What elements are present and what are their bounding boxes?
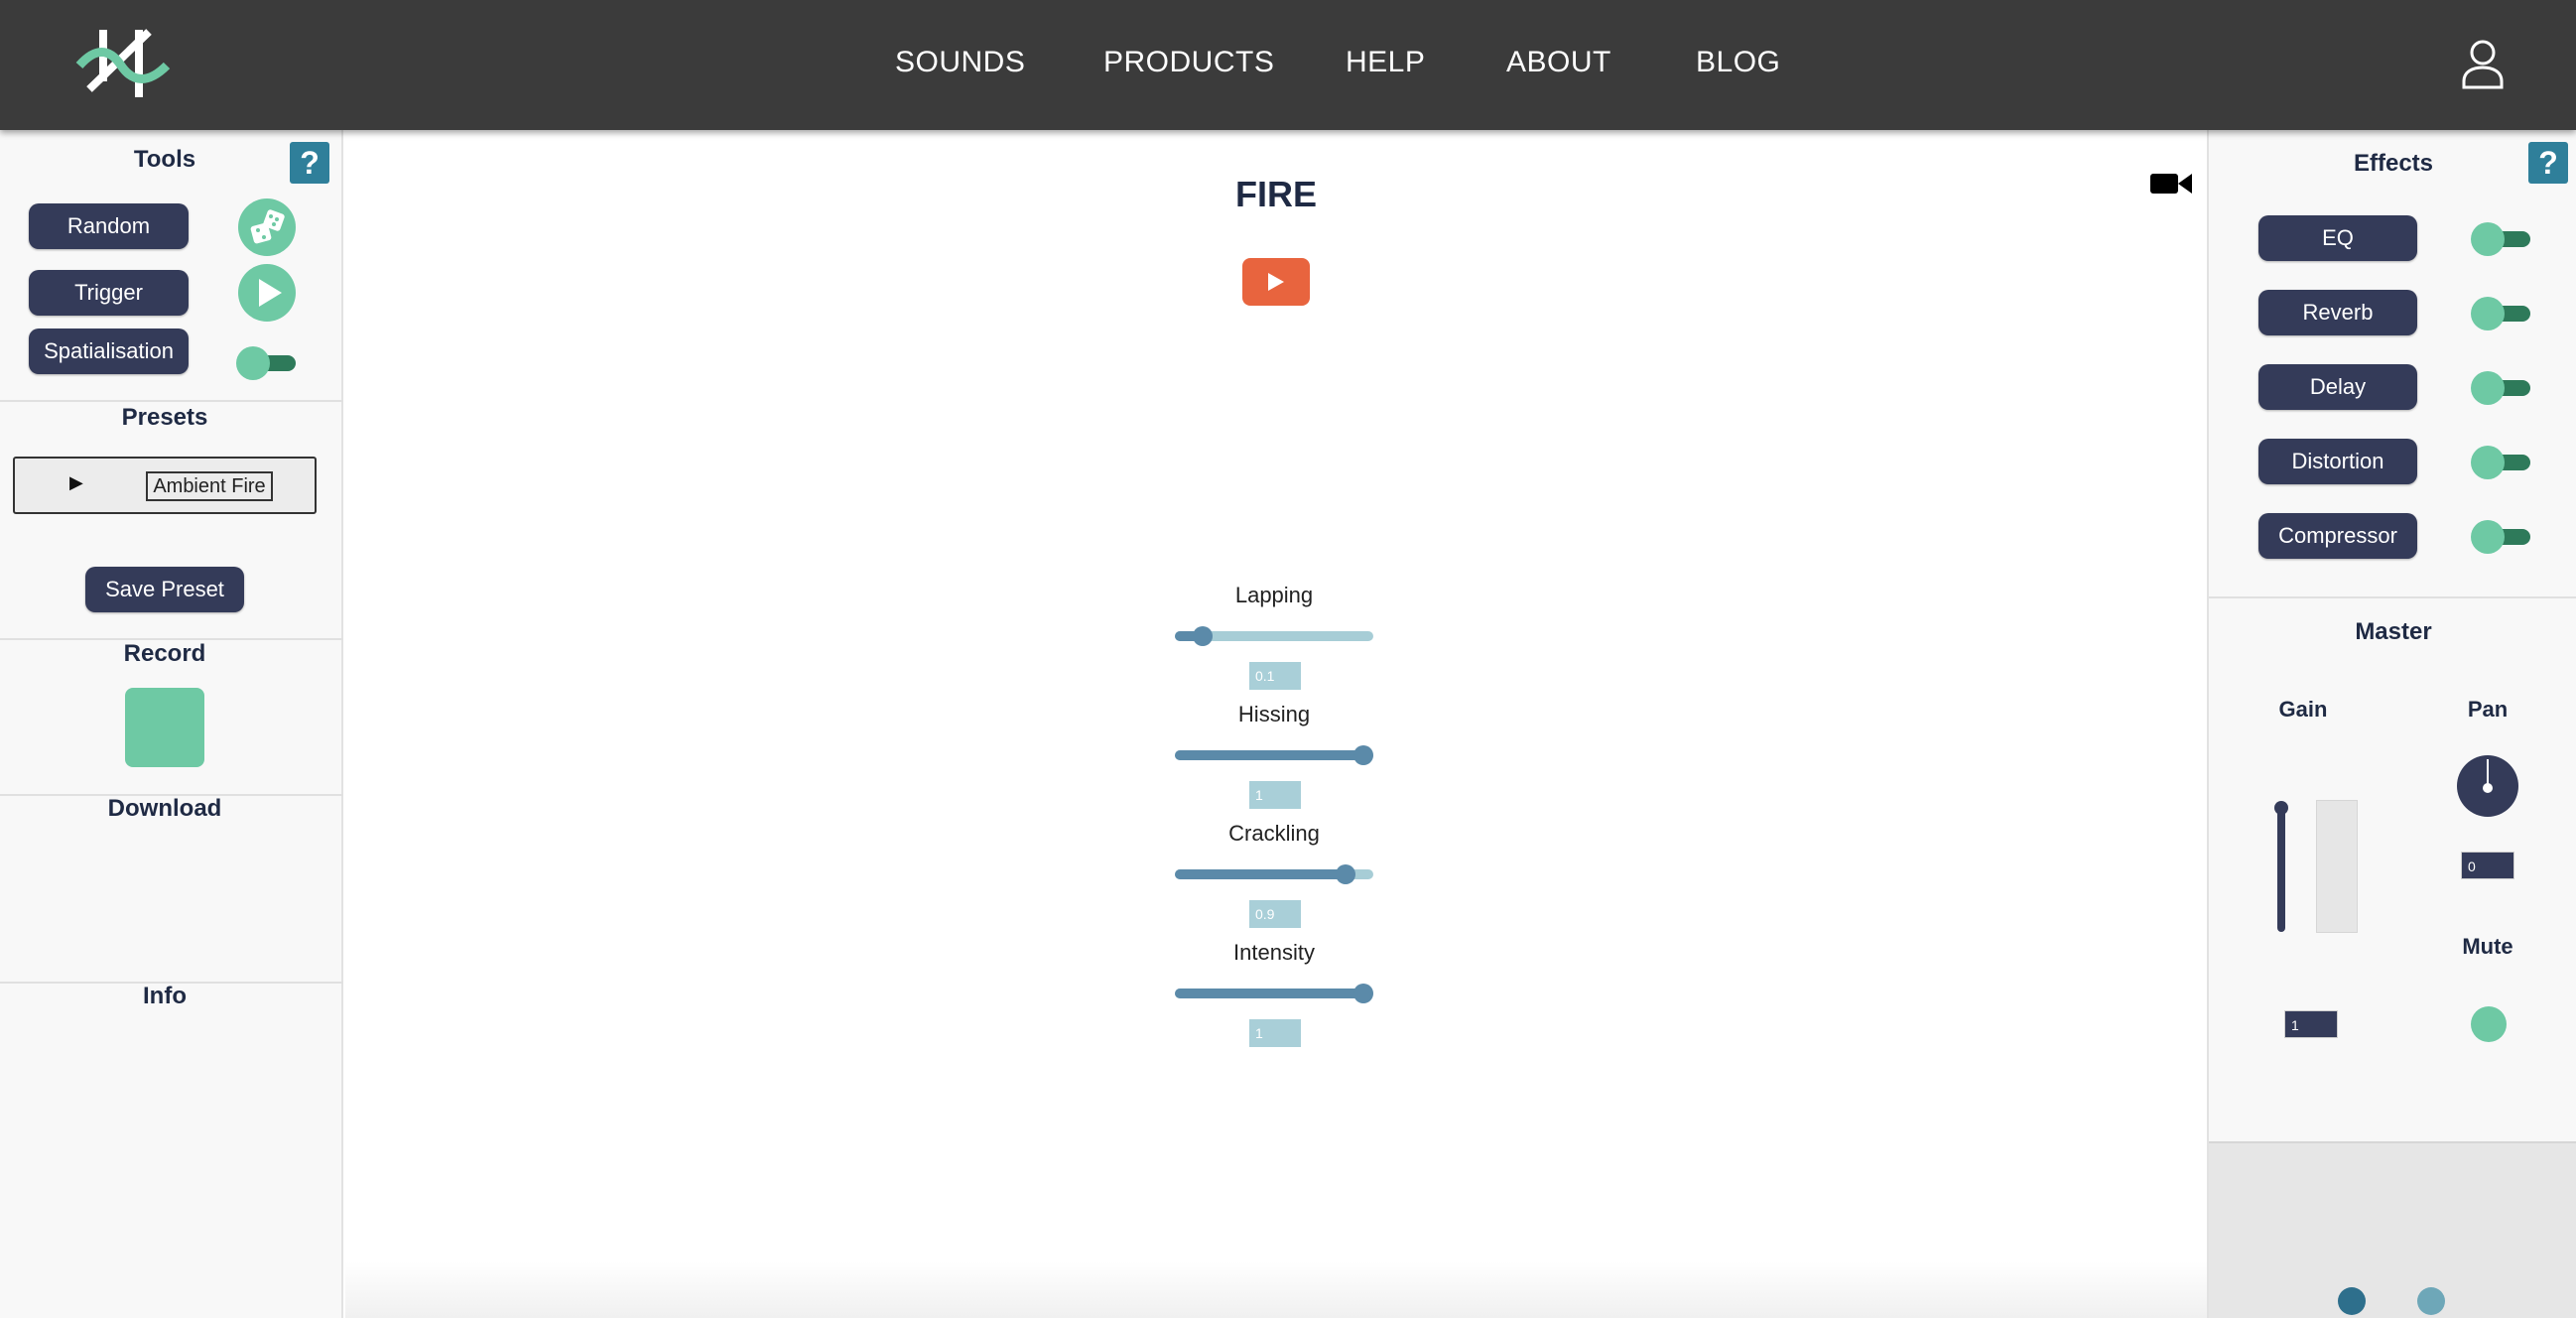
save-preset-button[interactable]: Save Preset bbox=[85, 567, 244, 612]
gain-label: Gain bbox=[2278, 697, 2328, 722]
value-hissing: 1 bbox=[1249, 781, 1301, 809]
preset-play-arrow-icon[interactable]: ▶ bbox=[69, 472, 83, 493]
trigger-play-button[interactable] bbox=[238, 264, 296, 322]
toggle-knob bbox=[2471, 222, 2505, 256]
record-button[interactable] bbox=[125, 688, 204, 767]
pager-dot-1[interactable] bbox=[2338, 1287, 2366, 1315]
effect-delay-toggle[interactable] bbox=[2471, 371, 2530, 405]
effect-reverb-button[interactable]: Reverb bbox=[2258, 290, 2417, 335]
presets-title: Presets bbox=[121, 404, 208, 431]
download-title: Download bbox=[107, 795, 222, 822]
random-dice-button[interactable] bbox=[238, 198, 296, 256]
slider-fill bbox=[1175, 750, 1363, 760]
gain-slider-rail bbox=[2277, 805, 2285, 932]
slider-hissing[interactable] bbox=[1175, 745, 1373, 765]
pan-value-field[interactable]: 0 bbox=[2461, 852, 2514, 879]
effect-eq-button[interactable]: EQ bbox=[2258, 215, 2417, 261]
top-navigation-bar: SOUNDS PRODUCTS HELP ABOUT BLOG bbox=[0, 0, 2576, 130]
param-label-lapping: Lapping bbox=[1234, 583, 1314, 607]
mute-button[interactable] bbox=[2471, 1006, 2507, 1042]
param-label-hissing: Hissing bbox=[1237, 702, 1311, 726]
tools-title: Tools bbox=[133, 146, 196, 173]
section-divider bbox=[0, 400, 343, 402]
value-intensity: 1 bbox=[1249, 1019, 1301, 1047]
effect-distortion-toggle[interactable] bbox=[2471, 446, 2530, 479]
pan-label: Pan bbox=[2467, 697, 2509, 722]
nav-sounds[interactable]: SOUNDS bbox=[895, 46, 1025, 79]
slider-crackling[interactable] bbox=[1175, 864, 1373, 884]
value-lapping: 0.1 bbox=[1249, 662, 1301, 690]
dice-icon bbox=[250, 209, 285, 244]
play-icon bbox=[259, 279, 282, 307]
param-label-intensity: Intensity bbox=[1233, 940, 1315, 965]
toggle-knob bbox=[2471, 446, 2505, 479]
tools-help-button[interactable]: ? bbox=[290, 142, 329, 184]
gain-value-field[interactable]: 1 bbox=[2284, 1010, 2338, 1038]
pager-dot-2[interactable] bbox=[2417, 1287, 2445, 1315]
effect-distortion-button[interactable]: Distortion bbox=[2258, 439, 2417, 484]
sound-panel: FIRE Lapping 0.1 Hissing 1 Crackling 0.9… bbox=[345, 130, 2207, 1318]
main-nav: SOUNDS PRODUCTS HELP ABOUT BLOG bbox=[0, 0, 2576, 130]
effect-eq-toggle[interactable] bbox=[2471, 222, 2530, 256]
effect-delay-button[interactable]: Delay bbox=[2258, 364, 2417, 410]
info-title: Info bbox=[143, 983, 187, 1009]
effect-compressor-button[interactable]: Compressor bbox=[2258, 513, 2417, 559]
gain-slider[interactable] bbox=[2274, 801, 2288, 932]
sound-title: FIRE bbox=[1234, 174, 1317, 214]
toggle-knob bbox=[2471, 520, 2505, 554]
user-account-icon[interactable] bbox=[2459, 38, 2507, 89]
section-divider bbox=[2209, 596, 2576, 598]
pan-knob[interactable] bbox=[2457, 755, 2518, 817]
effects-sidebar: Effects ? EQ Reverb Delay Distortion Com… bbox=[2207, 130, 2576, 1318]
record-title: Record bbox=[123, 640, 206, 667]
slider-fill bbox=[1175, 988, 1363, 998]
spatialisation-button[interactable]: Spatialisation bbox=[29, 329, 189, 374]
toggle-knob bbox=[2471, 297, 2505, 330]
effect-compressor-toggle[interactable] bbox=[2471, 520, 2530, 554]
toggle-knob bbox=[2471, 371, 2505, 405]
effects-title: Effects bbox=[2353, 150, 2434, 177]
slider-thumb[interactable] bbox=[1353, 745, 1373, 765]
tools-sidebar: Tools ? Random Trigger Spatialisation Pr… bbox=[0, 130, 343, 1318]
random-button[interactable]: Random bbox=[29, 203, 189, 249]
value-crackling: 0.9 bbox=[1249, 900, 1301, 928]
sound-play-button[interactable] bbox=[1242, 258, 1310, 306]
preset-selector[interactable]: ▶ Ambient Fire bbox=[13, 457, 317, 514]
nav-about[interactable]: ABOUT bbox=[1506, 46, 1611, 79]
slider-thumb[interactable] bbox=[1336, 864, 1355, 884]
nav-blog[interactable]: BLOG bbox=[1696, 46, 1780, 79]
master-title: Master bbox=[2355, 618, 2432, 645]
bottom-fade bbox=[345, 1261, 2207, 1318]
slider-fill bbox=[1175, 869, 1346, 879]
video-camera-icon[interactable] bbox=[2150, 172, 2192, 196]
slider-lapping[interactable] bbox=[1175, 626, 1373, 646]
trigger-button[interactable]: Trigger bbox=[29, 270, 189, 316]
slider-thumb[interactable] bbox=[1193, 626, 1213, 646]
gain-slider-thumb[interactable] bbox=[2274, 801, 2288, 815]
preset-name-field[interactable]: Ambient Fire bbox=[146, 471, 273, 501]
spatialisation-toggle[interactable] bbox=[236, 346, 296, 380]
pan-knob-indicator bbox=[2487, 759, 2489, 785]
level-meter bbox=[2316, 800, 2358, 933]
bottom-panel bbox=[2209, 1141, 2576, 1318]
effect-reverb-toggle[interactable] bbox=[2471, 297, 2530, 330]
nav-help[interactable]: HELP bbox=[1346, 46, 1425, 79]
param-label-crackling: Crackling bbox=[1228, 821, 1320, 846]
toggle-knob bbox=[236, 346, 270, 380]
play-icon bbox=[1268, 273, 1284, 291]
effects-help-button[interactable]: ? bbox=[2528, 142, 2568, 184]
slider-intensity[interactable] bbox=[1175, 984, 1373, 1003]
slider-thumb[interactable] bbox=[1353, 984, 1373, 1003]
pan-knob-center bbox=[2483, 783, 2493, 793]
mute-label: Mute bbox=[2462, 934, 2513, 959]
nav-products[interactable]: PRODUCTS bbox=[1103, 46, 1274, 79]
